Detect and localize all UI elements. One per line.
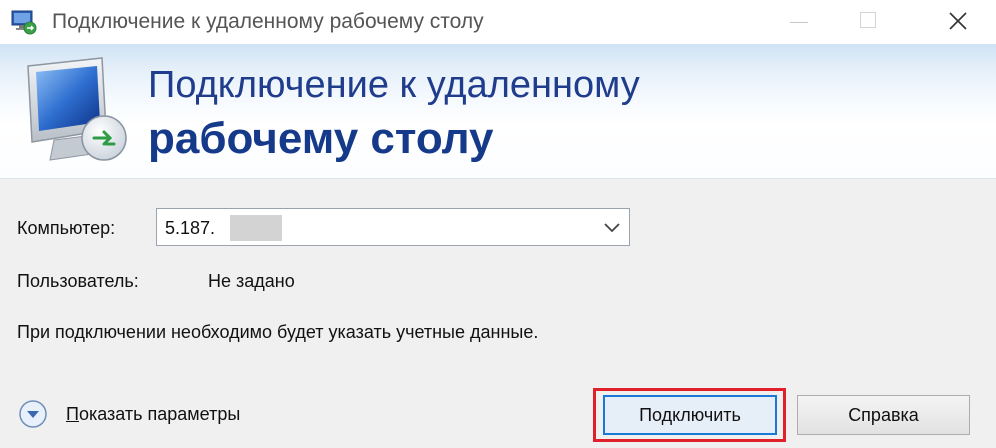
computer-combobox[interactable]: 5.187. bbox=[156, 208, 630, 246]
remote-desktop-monitor-icon bbox=[27, 57, 127, 161]
close-icon bbox=[949, 12, 967, 30]
expand-down-icon[interactable] bbox=[18, 399, 48, 429]
banner-title-line1: Подключение к удаленному bbox=[148, 64, 640, 106]
redacted-address bbox=[230, 215, 282, 241]
chevron-down-icon[interactable] bbox=[601, 218, 623, 236]
maximize-button[interactable] bbox=[840, 0, 896, 44]
user-label: Пользователь: bbox=[17, 271, 139, 291]
computer-label: Компьютер: bbox=[17, 218, 116, 238]
banner-title-line2: рабочему столу bbox=[148, 114, 494, 163]
connect-button[interactable]: Подключить bbox=[603, 395, 777, 435]
close-button[interactable] bbox=[930, 0, 986, 44]
header-banner: Подключение к удаленному рабочему столу bbox=[0, 44, 996, 179]
user-value: Не задано bbox=[208, 271, 295, 291]
show-options-label-rest: оказать параметры bbox=[78, 404, 241, 424]
show-options-accesskey: П bbox=[66, 404, 79, 424]
title-bar: Подключение к удаленному рабочему столу bbox=[0, 0, 996, 44]
credentials-info-text: При подключении необходимо будет указать… bbox=[17, 322, 539, 342]
computer-input-value[interactable]: 5.187. bbox=[165, 218, 215, 239]
remote-desktop-app-icon bbox=[11, 10, 37, 35]
help-button[interactable]: Справка bbox=[797, 395, 970, 435]
show-options-label[interactable]: Показать параметры bbox=[66, 404, 240, 425]
minimize-button[interactable] bbox=[770, 0, 826, 44]
window-title: Подключение к удаленному рабочему столу bbox=[52, 10, 484, 33]
